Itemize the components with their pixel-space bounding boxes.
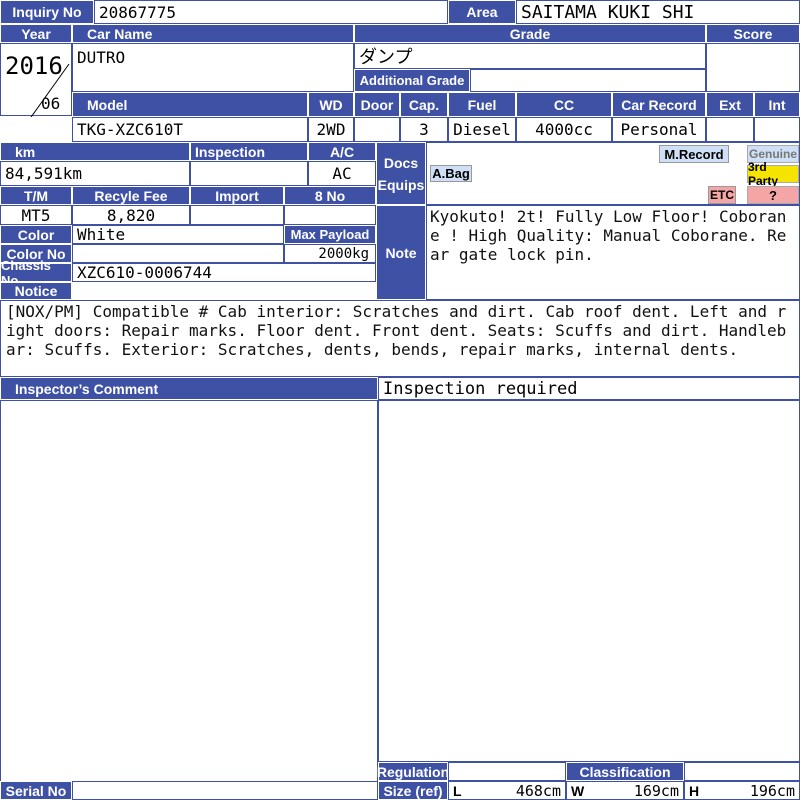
inquiry-no-label: Inquiry No bbox=[0, 0, 94, 24]
km-value: 84,591km bbox=[0, 161, 190, 186]
note-label: Note bbox=[376, 205, 426, 300]
ext-label: Ext bbox=[706, 92, 754, 117]
classification-label: Classification bbox=[566, 762, 684, 781]
color-label: Color bbox=[0, 225, 72, 244]
additional-grade-label: Additional Grade bbox=[354, 69, 470, 92]
unknown-tag: ? bbox=[747, 186, 799, 204]
int-label: Int bbox=[754, 92, 800, 117]
car-name-value: DUTRO bbox=[72, 43, 354, 92]
equips-label: Equips bbox=[377, 176, 425, 193]
chassis-no-value: XZC610-0006744 bbox=[72, 263, 376, 282]
fuel-value: Diesel bbox=[448, 117, 516, 142]
color-no-value bbox=[72, 244, 284, 263]
inspectors-comment-label: Inspector’s Comment bbox=[0, 377, 378, 400]
m-record-tag: M.Record bbox=[659, 145, 729, 163]
fuel-label: Fuel bbox=[448, 92, 516, 117]
grade-label: Grade bbox=[354, 24, 706, 43]
max-payload-label: Max Payload bbox=[284, 225, 376, 244]
size-h-value: 196cm bbox=[749, 781, 795, 800]
eight-no-label: 8 No bbox=[284, 186, 376, 205]
import-value bbox=[190, 205, 284, 225]
inspection-status: Inspection required bbox=[378, 377, 800, 400]
size-l-label: L bbox=[453, 782, 462, 799]
score-label: Score bbox=[706, 24, 800, 43]
size-ref-label: Size (ref) bbox=[378, 781, 448, 800]
grade-value: ダンプ bbox=[354, 43, 706, 69]
notice-label: Notice bbox=[0, 282, 72, 300]
car-name-label: Car Name bbox=[72, 24, 354, 43]
regulation-label: Regulation bbox=[376, 762, 450, 781]
year-cell: 2016 06 bbox=[0, 43, 72, 117]
year-value: 2016 bbox=[5, 52, 63, 80]
model-label: Model bbox=[72, 92, 308, 117]
recycle-fee-value: 8,820 bbox=[72, 205, 190, 225]
cap-value: 3 bbox=[400, 117, 448, 142]
door-value bbox=[354, 117, 400, 142]
tm-value: MT5 bbox=[0, 205, 72, 225]
size-w-cell: W 169cm bbox=[566, 781, 684, 800]
model-value: TKG-XZC610T bbox=[72, 117, 308, 142]
car-record-label: Car Record bbox=[612, 92, 706, 117]
door-label: Door bbox=[354, 92, 400, 117]
wd-value: 2WD bbox=[308, 117, 354, 142]
size-l-cell: L 468cm bbox=[448, 781, 566, 800]
size-w-value: 169cm bbox=[633, 781, 679, 800]
max-payload-value: 2000kg bbox=[284, 244, 376, 263]
chassis-no-label: Chassis No bbox=[0, 258, 72, 288]
area-label: Area bbox=[448, 0, 516, 24]
inspection-body bbox=[378, 400, 800, 762]
serial-no-value bbox=[72, 781, 378, 800]
ac-label: A/C bbox=[308, 142, 376, 161]
regulation-value bbox=[448, 762, 566, 781]
inspection-value bbox=[190, 161, 308, 186]
classification-value bbox=[684, 762, 800, 781]
note-value: Kyokuto! 2t! Fully Low Floor! Coborane !… bbox=[426, 205, 800, 300]
color-value: White bbox=[72, 225, 284, 244]
inspectors-comment-body bbox=[0, 400, 378, 800]
size-w-label: W bbox=[571, 782, 585, 799]
import-label: Import bbox=[190, 186, 284, 205]
car-record-value: Personal bbox=[612, 117, 706, 142]
size-h-label: H bbox=[689, 782, 700, 799]
inquiry-no-value: 20867775 bbox=[94, 0, 448, 24]
serial-no-label: Serial No bbox=[0, 781, 72, 800]
cc-label: CC bbox=[516, 92, 612, 117]
size-h-cell: H 196cm bbox=[684, 781, 800, 800]
docs-label: Docs bbox=[383, 154, 419, 171]
score-value bbox=[706, 43, 800, 92]
cc-value: 4000cc bbox=[516, 117, 612, 142]
wd-label: WD bbox=[308, 92, 354, 117]
docs-equips-area: A.Bag M.Record Genuine 3rd Party ETC ? bbox=[426, 142, 800, 205]
ac-value: AC bbox=[308, 161, 376, 186]
docs-equips-label: Docs Equips bbox=[376, 142, 426, 205]
month-value: 06 bbox=[41, 94, 61, 113]
notice-value: [NOX/PM] Compatible # Cab interior: Scra… bbox=[0, 300, 800, 377]
cap-label: Cap. bbox=[400, 92, 448, 117]
abag-tag: A.Bag bbox=[430, 165, 472, 182]
area-value: SAITAMA KUKI SHI bbox=[516, 0, 800, 24]
ext-value bbox=[706, 117, 754, 142]
km-label: km bbox=[0, 142, 190, 161]
year-label: Year bbox=[0, 24, 72, 43]
inspection-label: Inspection bbox=[190, 142, 308, 161]
recycle-fee-label: Recyle Fee bbox=[72, 186, 190, 205]
size-l-value: 468cm bbox=[515, 781, 561, 800]
eight-no-value bbox=[284, 205, 376, 225]
etc-tag: ETC bbox=[708, 186, 736, 204]
tm-label: T/M bbox=[0, 186, 72, 205]
int-value bbox=[754, 117, 800, 142]
additional-grade-value bbox=[470, 69, 706, 92]
third-party-tag: 3rd Party bbox=[747, 160, 799, 188]
